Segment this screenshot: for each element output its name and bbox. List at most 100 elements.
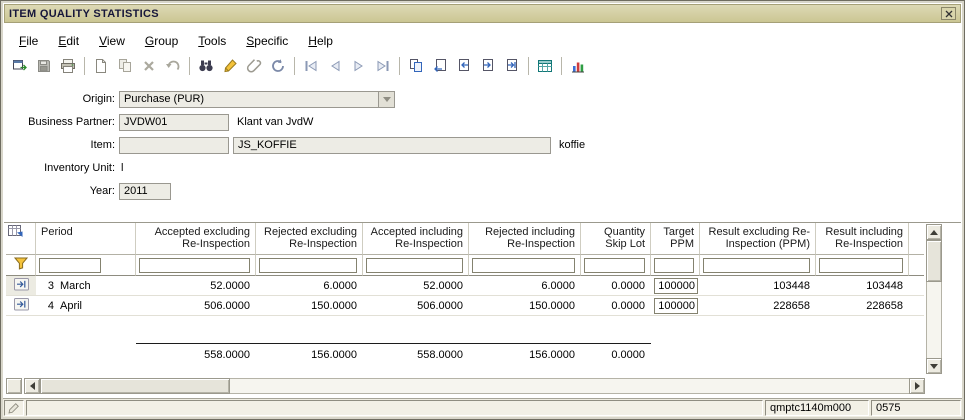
close-button[interactable]	[941, 7, 956, 20]
grid-horizontal-scrollbar[interactable]	[6, 378, 925, 394]
vertical-scroll-track[interactable]	[926, 240, 942, 358]
delete-record-icon[interactable]	[137, 55, 160, 77]
menu-file[interactable]: File	[9, 32, 48, 50]
cell-result-including: 228658	[816, 296, 909, 316]
scroll-left-button[interactable]	[24, 378, 40, 394]
window-switch-icon[interactable]	[8, 55, 31, 77]
zoom-previous-icon[interactable]	[452, 55, 475, 77]
filter-result-excluding-input[interactable]	[703, 258, 810, 273]
status-message-area	[26, 400, 763, 416]
column-header-rejected-including[interactable]: Rejected including Re-Inspection	[469, 223, 581, 255]
menu-help[interactable]: Help	[298, 32, 343, 50]
grid-row-march[interactable]: 3March 52.0000 6.0000 52.0000 6.0000 0.0…	[6, 276, 924, 296]
zoom-last-icon[interactable]	[500, 55, 523, 77]
grid-vertical-scrollbar[interactable]	[926, 224, 942, 374]
print-icon[interactable]	[56, 55, 79, 77]
last-record-icon[interactable]	[371, 55, 394, 77]
filter-period-input[interactable]	[39, 258, 101, 273]
grid-options-cell[interactable]	[6, 223, 36, 255]
revert-icon[interactable]	[161, 55, 184, 77]
target-ppm-input[interactable]: 100000	[654, 278, 698, 294]
business-partner-field[interactable]: JVDW01	[119, 114, 229, 131]
title-bar: ITEM QUALITY STATISTICS	[4, 4, 961, 23]
refresh-icon[interactable]	[266, 55, 289, 77]
copy-rows-icon[interactable]	[404, 55, 427, 77]
menu-group[interactable]: Group	[135, 32, 188, 50]
filter-funnel-icon[interactable]	[14, 257, 28, 270]
column-header-target-ppm[interactable]: Target PPM	[651, 223, 700, 255]
filter-accepted-excluding-input[interactable]	[139, 258, 250, 273]
filter-target-ppm-input[interactable]	[654, 258, 694, 273]
chevron-down-icon	[383, 97, 391, 102]
drill-down-icon[interactable]	[14, 278, 30, 291]
filter-icon-cell[interactable]	[6, 255, 36, 276]
origin-dropdown-button[interactable]	[379, 91, 395, 108]
status-bar: qmptc1140m000 0575	[3, 398, 962, 417]
year-label: Year:	[7, 185, 115, 197]
previous-record-icon[interactable]	[323, 55, 346, 77]
column-header-result-excluding-ppm[interactable]: Result excluding Re-Inspection (PPM)	[700, 223, 816, 255]
grid-filter-row	[6, 255, 924, 276]
save-icon[interactable]	[32, 55, 55, 77]
find-icon[interactable]	[194, 55, 217, 77]
column-header-accepted-excluding[interactable]: Accepted excluding Re-Inspection	[136, 223, 256, 255]
menu-tools[interactable]: Tools	[188, 32, 236, 50]
year-field[interactable]: 2011	[119, 183, 171, 200]
zoom-next-icon[interactable]	[476, 55, 499, 77]
filter-rejected-including-input[interactable]	[472, 258, 575, 273]
chart-icon[interactable]	[566, 55, 589, 77]
row-select-cell[interactable]	[6, 296, 36, 316]
filter-quantity-skip-lot-input[interactable]	[584, 258, 645, 273]
toolbar	[8, 53, 590, 79]
copy-icon[interactable]	[113, 55, 136, 77]
inventory-unit-value: l	[121, 162, 123, 174]
grid-header-row: Period Accepted excluding Re-Inspection …	[6, 223, 924, 255]
menu-specific[interactable]: Specific	[236, 32, 298, 50]
total-quantity-skip-lot: 0.0000	[581, 343, 651, 365]
filter-result-including-input[interactable]	[819, 258, 903, 273]
grid-options-icon[interactable]	[8, 225, 23, 238]
target-ppm-input[interactable]: 100000	[654, 298, 698, 314]
arrow-left-icon	[30, 382, 35, 390]
item-segment2-field[interactable]: JS_KOFFIE	[233, 137, 551, 154]
cell-target-ppm: 100000	[651, 276, 700, 296]
row-select-cell[interactable]	[6, 276, 36, 296]
column-header-rejected-excluding[interactable]: Rejected excluding Re-Inspection	[256, 223, 363, 255]
vertical-scroll-thumb[interactable]	[926, 240, 942, 282]
total-accepted-including: 558.0000	[363, 343, 469, 365]
item-segment1-field[interactable]	[119, 137, 229, 154]
new-record-icon[interactable]	[89, 55, 112, 77]
menu-view[interactable]: View	[89, 32, 135, 50]
next-record-icon[interactable]	[347, 55, 370, 77]
column-header-quantity-skip-lot[interactable]: Quantity Skip Lot	[581, 223, 651, 255]
horizontal-scroll-thumb[interactable]	[40, 378, 230, 394]
grid-corner-button[interactable]	[6, 378, 22, 394]
horizontal-scroll-track[interactable]	[40, 378, 909, 394]
table-view-icon[interactable]	[533, 55, 556, 77]
column-header-result-including[interactable]: Result including Re-Inspection	[816, 223, 909, 255]
drill-down-icon[interactable]	[14, 298, 30, 311]
filter-accepted-including-input[interactable]	[366, 258, 463, 273]
window-title: ITEM QUALITY STATISTICS	[9, 8, 159, 20]
arrow-right-icon	[915, 382, 920, 390]
scroll-up-button[interactable]	[926, 224, 942, 240]
cell-result-excluding-ppm: 228658	[700, 296, 816, 316]
scroll-down-button[interactable]	[926, 358, 942, 374]
modify-icon[interactable]	[218, 55, 241, 77]
filter-rejected-excluding-input[interactable]	[259, 258, 357, 273]
close-icon	[945, 10, 953, 18]
menu-edit[interactable]: Edit	[48, 32, 89, 50]
attachment-icon[interactable]	[242, 55, 265, 77]
column-header-accepted-including[interactable]: Accepted including Re-Inspection	[363, 223, 469, 255]
business-partner-label: Business Partner:	[7, 116, 115, 128]
column-header-period[interactable]: Period	[36, 223, 136, 255]
cell-accepted-including: 52.0000	[363, 276, 469, 296]
cell-accepted-excluding: 52.0000	[136, 276, 256, 296]
mark-rows-icon[interactable]	[428, 55, 451, 77]
cell-period: 3March	[36, 276, 136, 296]
origin-field[interactable]: Purchase (PUR)	[119, 91, 379, 108]
grid-row-april[interactable]: 4April 506.0000 150.0000 506.0000 150.00…	[6, 296, 924, 316]
first-record-icon[interactable]	[299, 55, 322, 77]
cell-rejected-including: 6.0000	[469, 276, 581, 296]
scroll-right-button[interactable]	[909, 378, 925, 394]
